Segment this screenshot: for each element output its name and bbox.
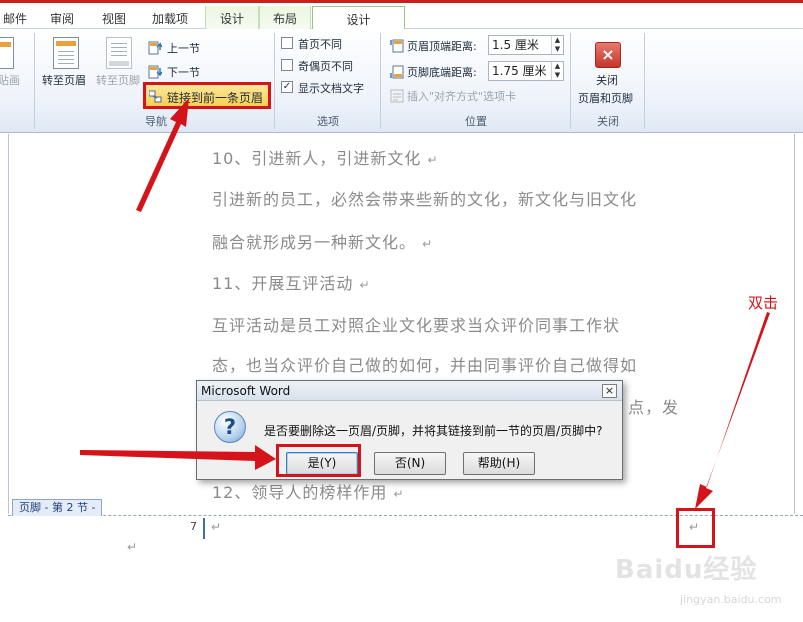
- page-right-edge: [794, 134, 795, 514]
- dialog-close-icon[interactable]: ×: [602, 384, 617, 398]
- clip-art-icon[interactable]: [0, 37, 14, 69]
- ribbon-panel: 贴画 转至页眉 转至页脚 上一节 下一节 导航 首页不同 奇偶页不同 ✓ 显示文…: [0, 29, 803, 133]
- question-icon: ?: [214, 411, 246, 443]
- yes-button-highlight: [276, 444, 361, 477]
- double-click-target-highlight: [676, 508, 715, 548]
- next-section-button[interactable]: 下一节: [167, 64, 200, 80]
- nav-group-label: 导航: [145, 115, 167, 128]
- ribbon-tab-bar: 邮件 审阅 视图 加载项 设计 布局 设计: [0, 0, 803, 33]
- footer-paragraph-mark: ↵: [127, 540, 138, 554]
- insert-alignment-tab-button: 插入"对齐方式"选项卡: [407, 90, 517, 103]
- next-section-icon[interactable]: [148, 64, 163, 79]
- different-first-page-label[interactable]: 首页不同: [298, 36, 342, 52]
- group-separator: [570, 33, 571, 129]
- show-document-text-checkbox[interactable]: ✓: [281, 81, 293, 93]
- options-group-label: 选项: [317, 115, 339, 128]
- close-group-label: 关闭: [597, 115, 619, 128]
- goto-header-button[interactable]: 转至页眉: [42, 72, 86, 88]
- spinner-arrows-icon[interactable]: ▲ ▼: [551, 36, 563, 54]
- no-button[interactable]: 否(N): [374, 452, 446, 475]
- footer-bottom-distance-value: 1.75 厘米: [492, 64, 547, 78]
- previous-section-icon[interactable]: [148, 40, 163, 55]
- link-to-previous-button[interactable]: 链接到前一条页眉: [143, 82, 271, 109]
- footer-paragraph-mark: ↵: [211, 520, 222, 534]
- different-odd-even-checkbox[interactable]: [281, 59, 293, 71]
- footer-bottom-distance-icon: [390, 64, 404, 79]
- position-group-label: 位置: [465, 115, 487, 128]
- goto-footer-icon: [106, 37, 132, 69]
- watermark-logo: Baidu经验: [615, 555, 758, 585]
- insert-alignment-tab-icon: [390, 88, 404, 103]
- close-header-footer-label-2[interactable]: 页眉和页脚: [578, 90, 633, 106]
- link-to-previous-label: 链接到前一条页眉: [167, 91, 264, 105]
- header-top-distance-input[interactable]: 1.5 厘米 ▲ ▼: [488, 35, 564, 55]
- text-cursor: [203, 518, 205, 539]
- doc-paragraph-fragment[interactable]: 点，发: [628, 394, 679, 418]
- footer-page-number: 7: [190, 520, 197, 533]
- spinner-arrows-icon[interactable]: ▲ ▼: [551, 62, 563, 80]
- show-document-text-label[interactable]: 显示文档文字: [298, 80, 364, 96]
- link-chain-icon: [148, 89, 163, 103]
- double-click-annotation: 双击: [748, 294, 779, 312]
- goto-footer-button: 转至页脚: [96, 74, 140, 87]
- group-separator: [380, 33, 381, 129]
- footer-bottom-distance-input[interactable]: 1.75 厘米 ▲ ▼: [488, 61, 564, 81]
- footer-section-tag: 页脚 - 第 2 节 -: [12, 499, 103, 516]
- group-separator: [34, 33, 35, 129]
- help-button[interactable]: 帮助(H): [463, 452, 535, 475]
- doc-paragraph[interactable]: 融合就形成另一种新文化。 ↵: [212, 229, 433, 253]
- page-left-edge: [8, 134, 9, 514]
- doc-paragraph[interactable]: 11、开展互评活动 ↵: [212, 270, 371, 294]
- close-header-footer-label-1[interactable]: 关闭: [596, 72, 618, 88]
- header-top-distance-label: 页眉顶端距离:: [407, 40, 477, 53]
- header-top-distance-value: 1.5 厘米: [492, 38, 539, 52]
- different-first-page-checkbox[interactable]: [281, 37, 293, 49]
- doc-paragraph[interactable]: 引进新的员工，必然会带来些新的文化，新文化与旧文化: [212, 186, 637, 210]
- doc-paragraph[interactable]: 12、领导人的榜样作用 ↵: [212, 479, 405, 503]
- clip-art-label: 贴画: [0, 74, 20, 87]
- footer-bottom-distance-label: 页脚底端距离:: [407, 66, 477, 79]
- different-odd-even-label[interactable]: 奇偶页不同: [298, 58, 353, 74]
- group-separator: [644, 33, 645, 129]
- watermark-url: jingyan.baidu.com: [680, 593, 782, 606]
- doc-paragraph[interactable]: 态，也当众评价自己做的如何，并由同事评价自己做得如: [212, 352, 637, 376]
- goto-header-icon[interactable]: [53, 37, 79, 69]
- dialog-message: 是否要删除这一页眉/页脚，并将其链接到前一节的页眉/页脚中?: [264, 424, 603, 438]
- confirm-dialog: Microsoft Word × ? 是否要删除这一页眉/页脚，并将其链接到前一…: [196, 380, 623, 480]
- close-x-icon[interactable]: ×: [595, 42, 621, 68]
- header-top-distance-icon: [390, 38, 404, 53]
- previous-section-button[interactable]: 上一节: [167, 40, 200, 56]
- doc-paragraph[interactable]: 10、引进新人，引进新文化 ↵: [212, 145, 439, 169]
- group-separator: [274, 33, 275, 129]
- doc-paragraph[interactable]: 互评活动是员工对照企业文化要求当众评价同事工作状: [212, 312, 620, 336]
- dialog-title: Microsoft Word: [197, 381, 622, 401]
